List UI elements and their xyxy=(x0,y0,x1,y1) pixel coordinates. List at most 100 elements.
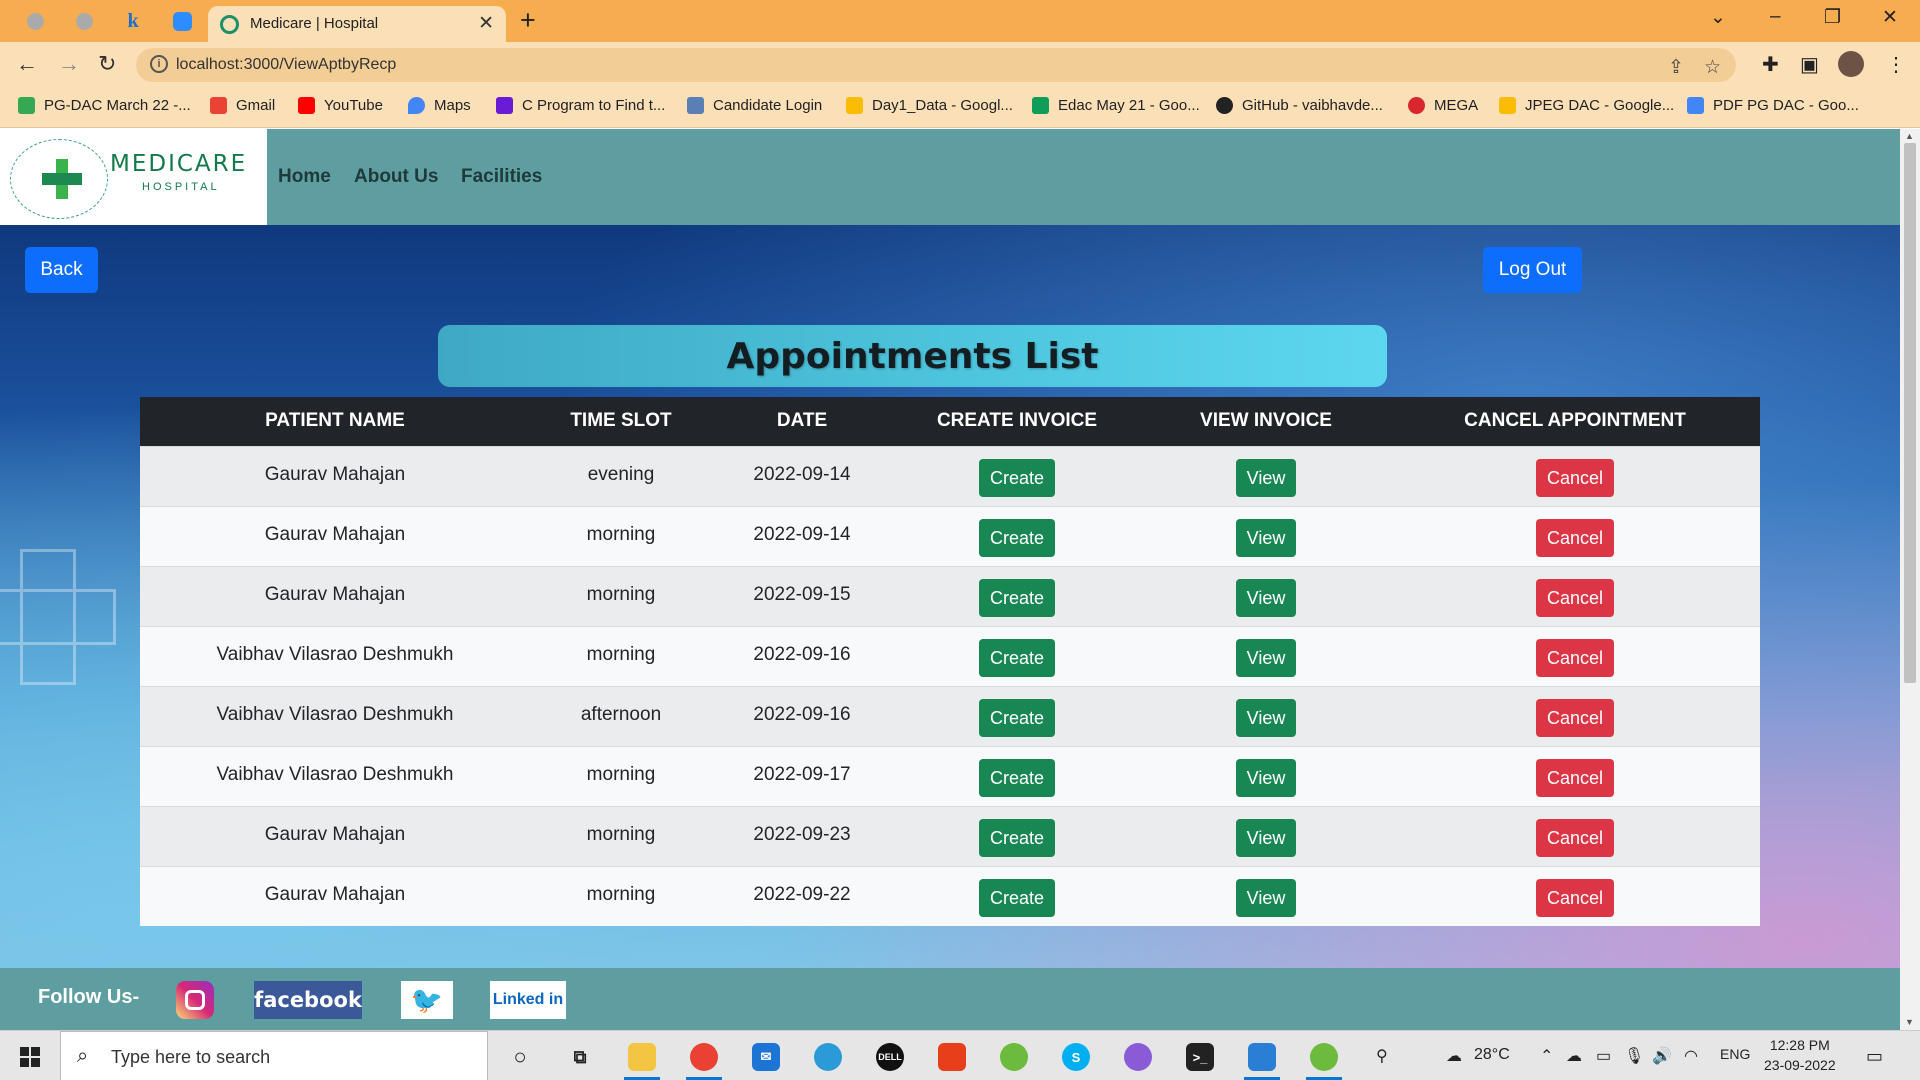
bookmark-item[interactable]: PG-DAC March 22 -... xyxy=(18,97,191,114)
bookmark-item[interactable]: PDF PG DAC - Goo... xyxy=(1687,97,1859,114)
close-window-icon[interactable]: ✕ xyxy=(1882,6,1898,29)
close-tab-icon[interactable]: ✕ xyxy=(478,12,494,35)
weather-temp[interactable]: 28°C xyxy=(1474,1046,1510,1064)
active-tab[interactable]: Medicare | Hospital ✕ xyxy=(208,6,506,42)
file-explorer-icon[interactable] xyxy=(628,1043,656,1071)
bookmark-item[interactable]: Day1_Data - Googl... xyxy=(846,97,1013,114)
cancel-appointment-button[interactable]: Cancel xyxy=(1535,638,1615,677)
view-invoice-button[interactable]: View xyxy=(1235,878,1297,917)
edge-icon[interactable] xyxy=(814,1043,842,1071)
taskbar-clock[interactable]: 12:28 PM 23-09-2022 xyxy=(1764,1035,1836,1075)
battery-icon[interactable]: ▭ xyxy=(1596,1046,1611,1066)
profile-avatar[interactable] xyxy=(1838,51,1864,77)
cancel-appointment-button[interactable]: Cancel xyxy=(1535,518,1615,557)
scrollbar-thumb[interactable] xyxy=(1904,143,1916,683)
forward-arrow-icon[interactable]: → xyxy=(58,51,80,77)
create-invoice-button[interactable]: Create xyxy=(978,578,1056,617)
logout-button[interactable]: Log Out xyxy=(1483,247,1582,293)
mail-icon[interactable]: ✉ xyxy=(752,1043,780,1071)
taskbar-search[interactable]: ⌕ Type here to search xyxy=(60,1031,488,1080)
back-arrow-icon[interactable]: ← xyxy=(16,51,38,77)
reload-icon[interactable]: ↻ xyxy=(98,51,116,77)
spring-boot-icon[interactable] xyxy=(1310,1043,1338,1071)
view-invoice-button[interactable]: View xyxy=(1235,518,1297,557)
bookmark-item[interactable]: GitHub - vaibhavde... xyxy=(1216,97,1383,114)
menu-kebab-icon[interactable]: ⋮ xyxy=(1886,52,1906,77)
tab-favicon-k[interactable]: k xyxy=(120,8,146,34)
cancel-appointment-button[interactable]: Cancel xyxy=(1535,458,1615,497)
facebook-icon[interactable]: facebook xyxy=(254,981,362,1019)
spring-tool-icon[interactable] xyxy=(1000,1043,1028,1071)
chrome-icon[interactable] xyxy=(690,1043,718,1071)
hospital-logo[interactable]: MEDICARE HOSPITAL xyxy=(0,129,267,225)
site-info-icon[interactable]: i xyxy=(150,55,168,73)
nav-about-us[interactable]: About Us xyxy=(354,166,438,188)
tray-chevron-icon[interactable]: ⌃ xyxy=(1540,1046,1553,1066)
url-text[interactable]: localhost:3000/ViewAptbyRecp xyxy=(176,56,396,74)
cancel-appointment-button[interactable]: Cancel xyxy=(1535,578,1615,617)
side-panel-icon[interactable]: ▣ xyxy=(1800,52,1819,77)
create-invoice-button[interactable]: Create xyxy=(978,878,1056,917)
view-invoice-button[interactable]: View xyxy=(1235,638,1297,677)
back-button[interactable]: Back xyxy=(25,247,98,293)
windows-start-icon[interactable] xyxy=(20,1047,40,1067)
bookmark-item[interactable]: YouTube xyxy=(298,97,383,114)
tab-search-icon[interactable]: ⌄ xyxy=(1710,6,1726,29)
wifi-icon[interactable]: ◠ xyxy=(1684,1046,1698,1066)
bookmark-star-icon[interactable]: ☆ xyxy=(1704,56,1721,79)
task-view-icon[interactable]: ⧉ xyxy=(566,1043,594,1071)
linkedin-icon[interactable]: Linked in xyxy=(490,981,566,1019)
dell-icon[interactable]: DELL xyxy=(876,1043,904,1071)
vscode-icon[interactable] xyxy=(1248,1043,1276,1071)
create-invoice-button[interactable]: Create xyxy=(978,458,1056,497)
page-scrollbar[interactable]: ▲ ▼ xyxy=(1900,129,1920,1030)
notifications-icon[interactable]: ▭ xyxy=(1866,1046,1883,1067)
cancel-appointment-button[interactable]: Cancel xyxy=(1535,698,1615,737)
cancel-appointment-button[interactable]: Cancel xyxy=(1535,878,1615,917)
bookmark-item[interactable]: Gmail xyxy=(210,97,275,114)
view-invoice-button[interactable]: View xyxy=(1235,458,1297,497)
omnibox[interactable]: i localhost:3000/ViewAptbyRecp ⇪ ☆ xyxy=(136,48,1736,82)
cancel-appointment-button[interactable]: Cancel xyxy=(1535,818,1615,857)
office-icon[interactable] xyxy=(938,1043,966,1071)
scroll-up-icon[interactable]: ▲ xyxy=(1905,131,1914,141)
skype-icon[interactable]: S xyxy=(1062,1043,1090,1071)
bookmark-item[interactable]: JPEG DAC - Google... xyxy=(1499,97,1674,114)
view-invoice-button[interactable]: View xyxy=(1235,698,1297,737)
instagram-icon[interactable] xyxy=(176,981,214,1019)
bookmark-item[interactable]: MEGA xyxy=(1408,97,1478,114)
view-invoice-button[interactable]: View xyxy=(1235,578,1297,617)
volume-icon[interactable]: 🔊 xyxy=(1652,1046,1672,1066)
onedrive-icon[interactable]: ☁ xyxy=(1566,1046,1582,1066)
nav-facilities[interactable]: Facilities xyxy=(461,166,542,188)
tab-favicon[interactable] xyxy=(22,8,48,34)
nav-home[interactable]: Home xyxy=(278,166,331,188)
bookmark-item[interactable]: Candidate Login xyxy=(687,97,822,114)
create-invoice-button[interactable]: Create xyxy=(978,758,1056,797)
create-invoice-button[interactable]: Create xyxy=(978,698,1056,737)
cortana-icon[interactable]: ○ xyxy=(506,1043,534,1071)
create-invoice-button[interactable]: Create xyxy=(978,638,1056,677)
terminal-icon[interactable]: >_ xyxy=(1186,1043,1214,1071)
tab-favicon[interactable] xyxy=(71,8,97,34)
restore-icon[interactable]: ❐ xyxy=(1824,6,1841,29)
bookmark-item[interactable]: C Program to Find t... xyxy=(496,97,665,114)
language-indicator[interactable]: ENG xyxy=(1720,1046,1750,1062)
minimize-icon[interactable]: – xyxy=(1770,6,1781,28)
scroll-down-icon[interactable]: ▼ xyxy=(1905,1017,1914,1027)
people-icon[interactable]: ⚲ xyxy=(1376,1046,1388,1066)
create-invoice-button[interactable]: Create xyxy=(978,818,1056,857)
new-tab-button[interactable]: + xyxy=(520,5,536,36)
view-invoice-button[interactable]: View xyxy=(1235,818,1297,857)
cancel-appointment-button[interactable]: Cancel xyxy=(1535,758,1615,797)
share-icon[interactable]: ⇪ xyxy=(1668,56,1684,79)
bookmark-item[interactable]: Maps xyxy=(408,97,471,114)
bookmark-item[interactable]: Edac May 21 - Goo... xyxy=(1032,97,1200,114)
view-invoice-button[interactable]: View xyxy=(1235,758,1297,797)
twitter-icon[interactable]: 🐦 xyxy=(401,981,453,1019)
weather-icon[interactable]: ☁ xyxy=(1446,1046,1462,1066)
tab-favicon-zoom[interactable] xyxy=(169,8,195,34)
microphone-icon[interactable]: 🎙 xyxy=(1624,1046,1644,1066)
extensions-icon[interactable]: ✚ xyxy=(1762,52,1779,77)
chrome-profile-icon[interactable] xyxy=(1124,1043,1152,1071)
